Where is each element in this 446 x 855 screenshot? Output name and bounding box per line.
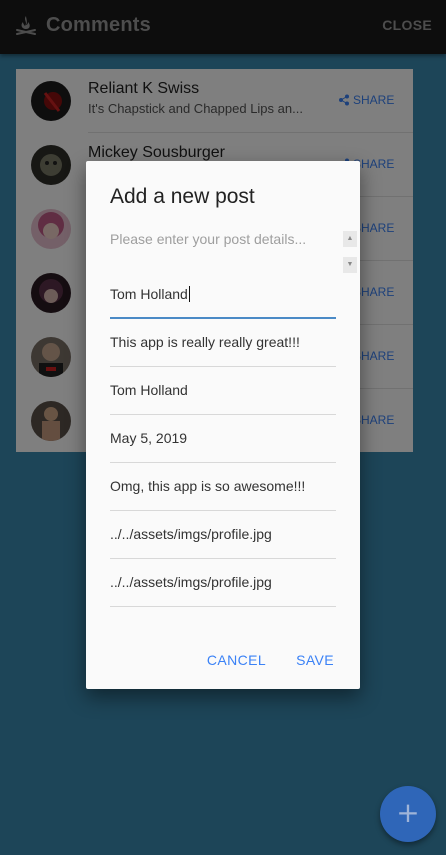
scroll-down-icon[interactable]: ▼ — [343, 257, 357, 273]
cancel-button[interactable]: CANCEL — [207, 652, 266, 668]
message-input[interactable]: Omg, this app is so awesome!!! — [110, 463, 336, 511]
image-path-input-value: ../../assets/imgs/profile.jpg — [110, 526, 272, 542]
post-details-textarea[interactable]: Please enter your post details... — [110, 231, 336, 271]
date-input[interactable]: May 5, 2019 — [110, 415, 336, 463]
message-input-value: Omg, this app is so awesome!!! — [110, 478, 306, 494]
avatar-path-input[interactable]: ../../assets/imgs/profile.jpg — [110, 559, 336, 607]
add-post-fab[interactable]: + — [380, 786, 436, 842]
author-input[interactable]: Tom Holland — [110, 271, 336, 319]
text-caret — [188, 286, 190, 302]
image-path-input[interactable]: ../../assets/imgs/profile.jpg — [110, 511, 336, 559]
input-underline — [110, 606, 336, 607]
comment-input-value: This app is really really great!!! — [110, 334, 300, 350]
plus-icon: + — [396, 796, 420, 829]
app-screen: Comments CLOSE Reliant K Swiss It's Chap… — [0, 0, 446, 855]
scroll-up-icon[interactable]: ▲ — [343, 231, 357, 247]
author-input-value: Tom Holland — [110, 286, 188, 302]
name-input[interactable]: Tom Holland — [110, 367, 336, 415]
dialog-title: Add a new post — [110, 185, 255, 208]
date-input-value: May 5, 2019 — [110, 430, 188, 446]
avatar-path-input-value: ../../assets/imgs/profile.jpg — [110, 574, 272, 590]
save-button[interactable]: SAVE — [296, 652, 334, 668]
comment-input[interactable]: This app is really really great!!! — [110, 319, 336, 367]
textarea-scrollbar[interactable]: ▲ ▼ — [343, 231, 357, 273]
dialog-actions: CANCEL SAVE — [207, 652, 334, 668]
add-post-dialog: Add a new post Please enter your post de… — [86, 161, 360, 689]
name-input-value: Tom Holland — [110, 382, 188, 398]
